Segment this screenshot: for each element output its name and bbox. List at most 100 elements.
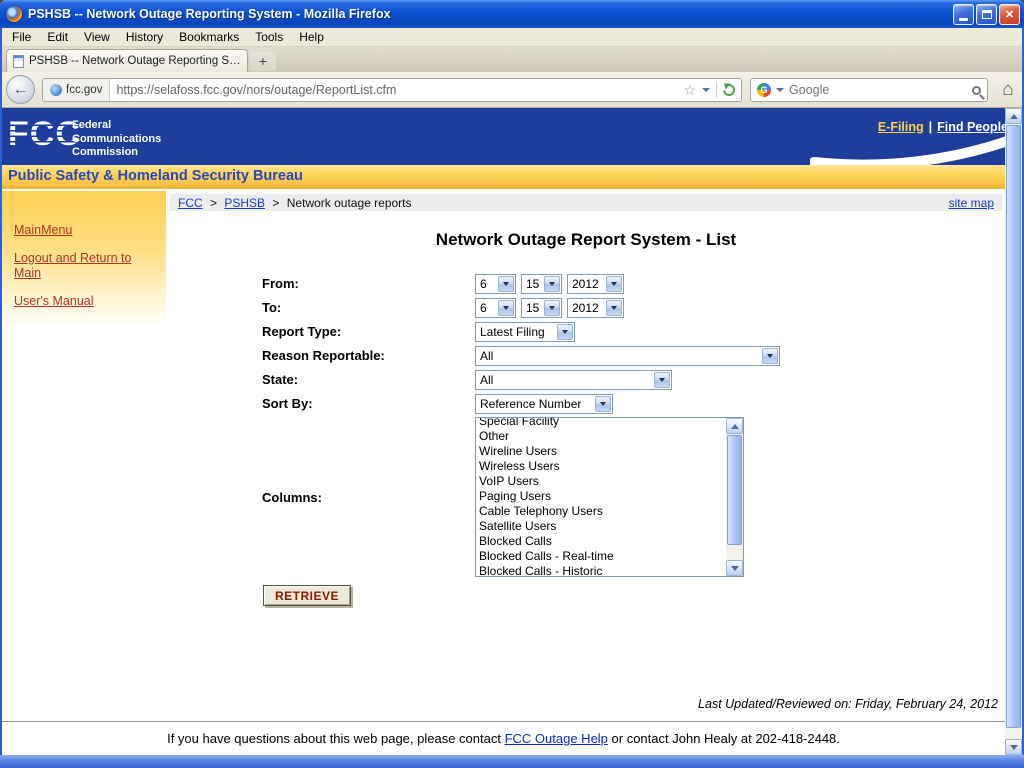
header-swoosh	[810, 133, 1020, 165]
columns-option[interactable]: Wireless Users	[476, 459, 726, 474]
window-scroll-up-button[interactable]	[1005, 108, 1022, 124]
find-people-link[interactable]: Find People	[937, 120, 1008, 134]
tab-label: PSHSB -- Network Outage Reporting System	[29, 55, 241, 67]
reload-icon[interactable]	[721, 82, 738, 99]
efiling-link[interactable]: E-Filing	[878, 120, 924, 134]
maximize-button[interactable]	[976, 4, 997, 25]
bookmark-star-icon[interactable]: ☆	[683, 83, 696, 97]
from-day-select[interactable]: 15	[521, 274, 562, 294]
from-year-select[interactable]: 2012	[567, 274, 624, 294]
menu-item-help[interactable]: Help	[291, 28, 332, 46]
window-scrollbar-thumb[interactable]	[1006, 125, 1021, 728]
search-icon[interactable]	[972, 86, 981, 95]
site-map-link[interactable]: site map	[949, 196, 994, 210]
scroll-up-button[interactable]	[726, 418, 743, 434]
close-button[interactable]: ×	[999, 4, 1020, 25]
state-label: State:	[262, 372, 475, 387]
window-border-bottom	[0, 755, 1024, 768]
to-month-select[interactable]: 6	[475, 298, 516, 318]
columns-option[interactable]: Wireline Users	[476, 444, 726, 459]
listbox-scrollbar-thumb[interactable]	[727, 435, 742, 545]
chevron-down-icon[interactable]	[498, 300, 514, 316]
url-text[interactable]: https://selafoss.fcc.gov/nors/outage/Rep…	[110, 83, 683, 97]
footer-before: If you have questions about this web pag…	[167, 731, 505, 746]
columns-option[interactable]: Special Facility	[476, 418, 726, 429]
report-filter-form: From: 6 15 2012 To: 6 15	[262, 273, 822, 580]
chevron-down-icon[interactable]	[544, 276, 560, 292]
to-label: To:	[262, 300, 475, 315]
menu-item-history[interactable]: History	[118, 28, 171, 46]
footer-after: or contact John Healy at 202-418-2448.	[608, 731, 840, 746]
home-button[interactable]: ⌂	[996, 77, 1020, 103]
footer-divider	[2, 721, 1005, 722]
columns-label: Columns:	[262, 490, 475, 505]
tab-bar: PSHSB -- Network Outage Reporting System…	[0, 47, 1024, 72]
search-bar[interactable]: G	[750, 78, 988, 102]
chevron-down-icon[interactable]	[762, 348, 778, 364]
menu-item-edit[interactable]: Edit	[39, 28, 76, 46]
google-logo-icon[interactable]: G	[757, 83, 771, 97]
columns-option[interactable]: Cable Telephony Users	[476, 504, 726, 519]
chevron-down-icon[interactable]	[654, 372, 670, 388]
retrieve-button[interactable]: RETRIEVE	[263, 585, 351, 606]
chevron-down-icon[interactable]	[606, 300, 622, 316]
breadcrumb-pshsb-link[interactable]: PSHSB	[224, 196, 265, 210]
menu-item-file[interactable]: File	[4, 28, 39, 46]
sidebar-item-logout[interactable]: Logout and Return to Main	[14, 251, 160, 281]
from-month-select[interactable]: 6	[475, 274, 516, 294]
sort-by-select[interactable]: Reference Number	[475, 394, 613, 414]
chevron-down-icon[interactable]	[557, 324, 573, 340]
url-bar[interactable]: fcc.gov https://selafoss.fcc.gov/nors/ou…	[42, 78, 742, 102]
last-updated-text: Last Updated/Reviewed on: Friday, Februa…	[698, 697, 998, 711]
close-icon: ×	[1005, 7, 1014, 22]
fcc-header: FCC Federal Communications Commission E-…	[0, 108, 1024, 165]
breadcrumb-fcc-link[interactable]: FCC	[178, 196, 203, 210]
menu-bar: File Edit View History Bookmarks Tools H…	[0, 28, 1024, 47]
chevron-down-icon[interactable]	[544, 300, 560, 316]
menu-item-tools[interactable]: Tools	[247, 28, 291, 46]
from-label: From:	[262, 276, 475, 291]
sidebar-item-mainmenu[interactable]: MainMenu	[14, 223, 160, 238]
fcc-logo: FCC	[8, 115, 81, 154]
columns-listbox[interactable]: Special Facility Other Wireline Users Wi…	[475, 417, 744, 577]
scroll-up-icon	[731, 424, 739, 429]
fcc-outage-help-link[interactable]: FCC Outage Help	[505, 731, 608, 746]
search-engine-dropdown-icon[interactable]	[776, 88, 784, 92]
minimize-button[interactable]	[953, 4, 974, 25]
urlbar-dropdown-icon[interactable]	[702, 88, 710, 92]
columns-option[interactable]: Blocked Calls - Historic	[476, 564, 726, 576]
state-select[interactable]: All	[475, 370, 672, 390]
columns-option[interactable]: Blocked Calls - Real-time	[476, 549, 726, 564]
chevron-down-icon[interactable]	[498, 276, 514, 292]
to-year-select[interactable]: 2012	[567, 298, 624, 318]
new-tab-button[interactable]: +	[250, 52, 276, 71]
breadcrumb-separator: >	[210, 196, 217, 210]
chevron-down-icon[interactable]	[595, 396, 611, 412]
reason-reportable-select[interactable]: All	[475, 346, 780, 366]
tab-active[interactable]: PSHSB -- Network Outage Reporting System	[6, 49, 248, 72]
report-type-select[interactable]: Latest Filing	[475, 322, 575, 342]
window-title: PSHSB -- Network Outage Reporting System…	[28, 7, 953, 21]
back-button[interactable]: ←	[6, 75, 35, 104]
columns-option[interactable]: Satellite Users	[476, 519, 726, 534]
search-input[interactable]	[789, 83, 967, 97]
menu-item-bookmarks[interactable]: Bookmarks	[171, 28, 247, 46]
columns-option[interactable]: VoIP Users	[476, 474, 726, 489]
scroll-down-button[interactable]	[726, 560, 743, 576]
site-identity-label: fcc.gov	[66, 84, 102, 96]
bureau-banner: Public Safety & Homeland Security Bureau	[0, 165, 1024, 189]
sidebar: MainMenu Logout and Return to Main User'…	[2, 191, 166, 323]
link-separator: |	[929, 120, 933, 134]
breadcrumb-separator: >	[272, 196, 279, 210]
chevron-down-icon[interactable]	[606, 276, 622, 292]
scroll-down-icon	[731, 566, 739, 571]
window-scroll-down-button[interactable]	[1005, 739, 1022, 755]
columns-option[interactable]: Paging Users	[476, 489, 726, 504]
columns-option[interactable]: Blocked Calls	[476, 534, 726, 549]
menu-item-view[interactable]: View	[76, 28, 118, 46]
to-day-select[interactable]: 15	[521, 298, 562, 318]
sidebar-item-users-manual[interactable]: User's Manual	[14, 294, 160, 309]
header-links: E-Filing | Find People	[878, 120, 1008, 134]
columns-option[interactable]: Other	[476, 429, 726, 444]
site-identity-badge[interactable]: fcc.gov	[43, 79, 110, 101]
